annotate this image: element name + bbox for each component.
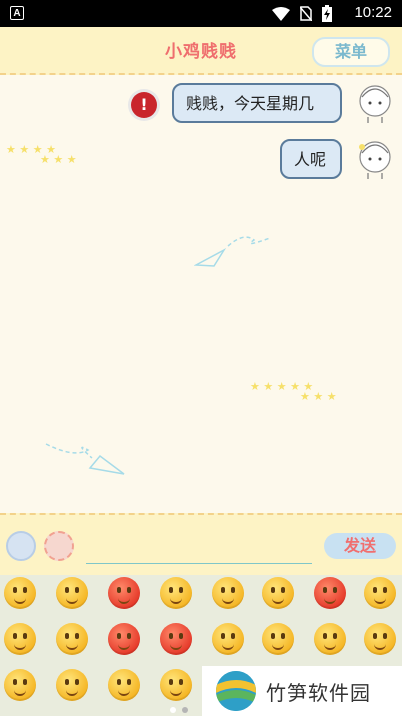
emoji-silent-icon[interactable] bbox=[364, 577, 396, 609]
emoji-sad-icon[interactable] bbox=[364, 623, 396, 655]
emoji-crying-icon[interactable] bbox=[262, 577, 294, 609]
emoji-page-indicator bbox=[170, 707, 188, 713]
voice-button[interactable] bbox=[6, 531, 36, 561]
wifi-icon bbox=[272, 6, 290, 21]
emoji-toggle-button[interactable] bbox=[44, 531, 74, 561]
watermark-logo-icon bbox=[216, 671, 256, 711]
emoji-laugh-icon[interactable] bbox=[108, 669, 140, 701]
emoji-sunglasses-icon[interactable] bbox=[212, 577, 244, 609]
send-button[interactable]: 发送 bbox=[324, 533, 396, 559]
emoji-shy-icon[interactable] bbox=[56, 577, 88, 609]
star-decoration: ★ ★ ★ bbox=[300, 390, 337, 403]
page-dot-active[interactable] bbox=[182, 707, 188, 713]
emoji-smile-icon[interactable] bbox=[4, 577, 36, 609]
emoji-blush-icon[interactable] bbox=[56, 669, 88, 701]
battery-charging-icon bbox=[322, 5, 332, 22]
emoji-furious-icon[interactable] bbox=[160, 623, 192, 655]
app-header: 小鸡贱贱 菜单 bbox=[0, 27, 402, 75]
chat-area: ★ ★ ★ ★ ★ ★ ★ ★ ★ ★ ★ ★ ★ ★ ★ ! 贱贱，今天星期几… bbox=[0, 75, 402, 513]
emoji-shocked-icon[interactable] bbox=[314, 623, 346, 655]
watermark-text: 竹笋软件园 bbox=[266, 680, 371, 705]
emoji-surprised-icon[interactable] bbox=[160, 577, 192, 609]
emoji-tears-icon[interactable] bbox=[56, 623, 88, 655]
watermark: 竹笋软件园 bbox=[202, 666, 402, 716]
avatar[interactable] bbox=[356, 81, 394, 125]
emoji-heart-eyes-icon[interactable] bbox=[108, 577, 140, 609]
emoji-smug-icon[interactable] bbox=[4, 623, 36, 655]
status-bar: A 10:22 bbox=[0, 0, 402, 27]
notification-a-icon: A bbox=[10, 6, 24, 20]
send-error-icon[interactable]: ! bbox=[131, 92, 157, 118]
emoji-cool-icon[interactable] bbox=[4, 669, 36, 701]
page-dot[interactable] bbox=[170, 707, 176, 713]
paper-plane-icon bbox=[45, 443, 125, 475]
star-decoration: ★ ★ ★ bbox=[40, 153, 77, 166]
clock: 10:22 bbox=[354, 4, 392, 21]
emoji-angry-icon[interactable] bbox=[314, 577, 346, 609]
message-bubble: 贱贱，今天星期几 bbox=[172, 83, 342, 123]
status-icons bbox=[272, 5, 332, 22]
paper-plane-icon bbox=[194, 236, 271, 267]
emoji-grin-icon[interactable] bbox=[262, 623, 294, 655]
menu-button[interactable]: 菜单 bbox=[312, 37, 390, 67]
emoji-flushed-icon[interactable] bbox=[108, 623, 140, 655]
emoji-dizzy-icon[interactable] bbox=[160, 669, 192, 701]
message-input[interactable] bbox=[86, 563, 312, 564]
emoji-tongue-icon[interactable] bbox=[212, 623, 244, 655]
no-sim-icon bbox=[300, 6, 312, 21]
message-bubble: 人呢 bbox=[280, 139, 342, 179]
avatar[interactable] bbox=[356, 137, 394, 181]
input-bar: 发送 bbox=[0, 513, 402, 577]
